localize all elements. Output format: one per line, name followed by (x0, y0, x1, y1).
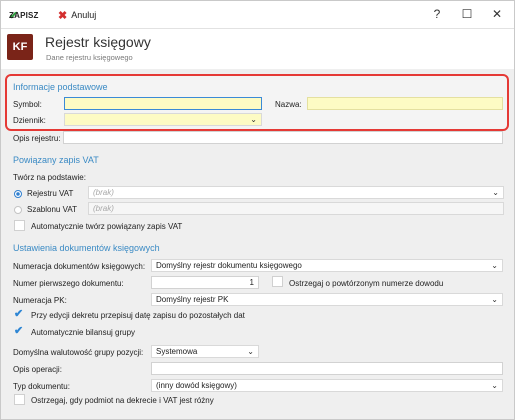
section-title-settings: Ustawienia dokumentów księgowych (13, 243, 160, 253)
auto-create-vat-checkbox[interactable] (14, 220, 25, 231)
chevron-down-icon: ⌄ (250, 115, 257, 124)
pk-numbering-select[interactable]: Domyślny rejestr PK ⌄ (151, 293, 503, 306)
chevron-down-icon: ⌄ (491, 295, 498, 304)
register-vat-placeholder: (brak) (93, 188, 114, 197)
doc-type-label: Typ dokumentu: (13, 382, 70, 391)
default-currency-label: Domyślna walutowość grupy pozycji: (13, 348, 144, 357)
cancel-label: Anuluj (71, 10, 97, 20)
page-subtitle: Dane rejestru księgowego (46, 53, 133, 62)
save-button[interactable]: ✔ ZAPISZ (9, 8, 38, 22)
module-badge: KF (7, 34, 33, 60)
dialog-window: ✔ ZAPISZ ✖ Anuluj ? ☐ ✕ KF Rejestr księg… (0, 0, 515, 420)
pk-numbering-value: Domyślny rejestr PK (156, 295, 229, 304)
cancel-button[interactable]: ✖ Anuluj (58, 8, 96, 22)
register-vat-select[interactable]: (brak) ⌄ (88, 186, 504, 199)
default-currency-select[interactable]: Systemowa ⌄ (151, 345, 259, 358)
auto-balance-label: Automatycznie bilansuj grupy (31, 328, 136, 337)
template-vat-placeholder: (brak) (93, 204, 114, 213)
register-vat-label: Rejestru VAT (27, 189, 74, 198)
symbol-input[interactable] (64, 97, 262, 110)
page-header: KF Rejestr księgowy Dane rejestru księgo… (1, 30, 514, 68)
chevron-down-icon: ⌄ (492, 188, 499, 197)
first-number-label: Numer pierwszego dokumentu: (13, 279, 124, 288)
basic-info-highlight: Informacje podstawowe Symbol: Nazwa: Dzi… (5, 74, 509, 131)
description-input[interactable] (63, 131, 503, 144)
doc-type-value: (inny dowód księgowy) (156, 381, 237, 390)
chevron-down-icon: ⌄ (491, 261, 498, 270)
chevron-down-icon: ⌄ (247, 347, 254, 356)
template-vat-select[interactable]: (brak) (88, 202, 504, 215)
copy-date-label: Przy edycji dekretu przepisuj datę zapis… (31, 311, 245, 320)
maximize-button[interactable]: ☐ (460, 7, 474, 21)
symbol-label: Symbol: (13, 100, 42, 109)
register-vat-radio[interactable] (14, 190, 22, 198)
auto-balance-checkbox[interactable]: ✔ (14, 326, 25, 337)
template-vat-label: Szablonu VAT (27, 205, 77, 214)
warn-duplicate-label: Ostrzegaj o powtórzonym numerze dowodu (289, 279, 444, 288)
pk-numbering-label: Numeracja PK: (13, 296, 67, 305)
page-title: Rejestr księgowy (45, 34, 151, 50)
close-button[interactable]: ✕ (490, 7, 504, 21)
close-icon: ✖ (58, 9, 68, 22)
chevron-down-icon: ⌄ (491, 381, 498, 390)
form-content: Informacje podstawowe Symbol: Nazwa: Dzi… (1, 69, 514, 419)
first-number-input[interactable]: 1 (151, 276, 259, 289)
numbering-label: Numeracja dokumentów księgowych: (13, 262, 146, 271)
doc-type-select[interactable]: (inny dowód księgowy) ⌄ (151, 379, 503, 392)
operation-desc-label: Opis operacji: (13, 365, 62, 374)
name-label: Nazwa: (275, 100, 302, 109)
numbering-value: Domyślny rejestr dokumentu księgowego (156, 261, 302, 270)
warn-vat-checkbox[interactable] (14, 394, 25, 405)
auto-create-vat-label: Automatycznie twórz powiązany zapis VAT (31, 222, 183, 231)
help-button[interactable]: ? (430, 7, 444, 21)
journal-select[interactable]: ⌄ (64, 113, 262, 126)
name-input[interactable] (307, 97, 503, 110)
description-label: Opis rejestru: (13, 134, 61, 143)
section-title-vat: Powiązany zapis VAT (13, 155, 99, 165)
template-vat-radio[interactable] (14, 206, 22, 214)
warn-duplicate-checkbox[interactable] (272, 276, 283, 287)
warn-vat-label: Ostrzegaj, gdy podmiot na dekrecie i VAT… (31, 396, 214, 405)
default-currency-value: Systemowa (156, 347, 198, 356)
save-label: ZAPISZ (9, 10, 39, 20)
numbering-select[interactable]: Domyślny rejestr dokumentu księgowego ⌄ (151, 259, 503, 272)
create-on-label: Twórz na podstawie: (13, 173, 86, 182)
toolbar: ✔ ZAPISZ ✖ Anuluj ? ☐ ✕ (1, 1, 514, 29)
copy-date-checkbox[interactable]: ✔ (14, 309, 25, 320)
journal-label: Dziennik: (13, 116, 46, 125)
operation-desc-input[interactable] (151, 362, 503, 375)
section-title-basic: Informacje podstawowe (13, 82, 108, 92)
